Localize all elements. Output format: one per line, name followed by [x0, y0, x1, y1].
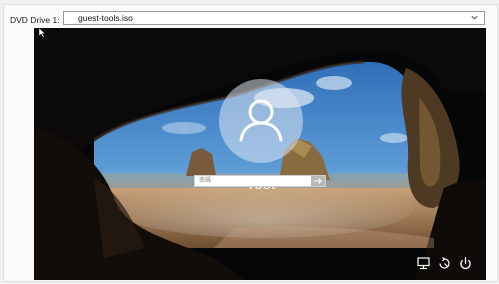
dvd-drive-selected-value: guest-tools.iso [78, 13, 133, 23]
password-input[interactable] [195, 176, 313, 186]
user-avatar [219, 79, 303, 163]
vm-console-screen[interactable]: Test [34, 28, 486, 280]
dvd-drive-row: DVD Drive 1: [10, 12, 60, 28]
dvd-drive-select[interactable]: guest-tools.iso [63, 11, 485, 25]
power-icon[interactable] [458, 256, 473, 271]
mouse-pointer-icon [39, 28, 46, 38]
user-silhouette-icon [239, 99, 283, 142]
password-field[interactable] [194, 175, 326, 187]
chevron-down-icon [471, 15, 478, 20]
ease-of-access-icon[interactable] [437, 256, 452, 271]
dvd-drive-label: DVD Drive 1: [10, 15, 60, 25]
arrow-right-icon [314, 178, 322, 184]
submit-button[interactable] [311, 176, 325, 186]
network-icon[interactable] [416, 256, 431, 271]
